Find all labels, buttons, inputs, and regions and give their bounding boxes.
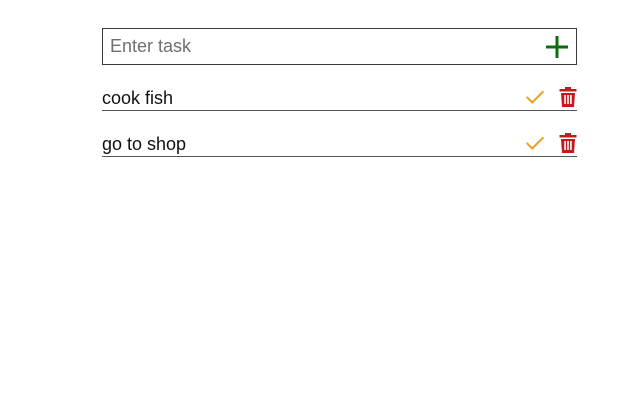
task-row: go to shop (102, 130, 577, 157)
add-task-button[interactable] (544, 34, 570, 60)
delete-task-button[interactable] (556, 85, 580, 109)
complete-task-button[interactable] (523, 85, 547, 109)
plus-icon (545, 35, 569, 59)
todo-app: cook fish (102, 28, 577, 157)
task-text: go to shop (102, 134, 187, 154)
task-text: cook fish (102, 88, 174, 108)
task-row: cook fish (102, 84, 577, 111)
delete-task-button[interactable] (556, 131, 580, 155)
task-input[interactable] (103, 29, 533, 64)
trash-icon (558, 132, 578, 154)
checkmark-icon (524, 86, 546, 108)
complete-task-button[interactable] (523, 131, 547, 155)
checkmark-icon (524, 132, 546, 154)
task-input-row (102, 28, 577, 65)
trash-icon (558, 86, 578, 108)
